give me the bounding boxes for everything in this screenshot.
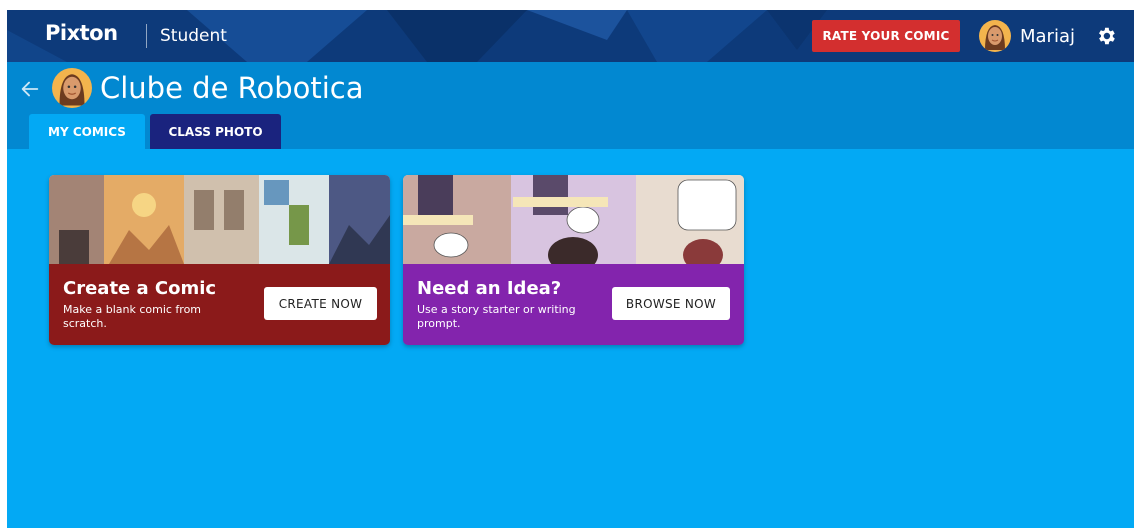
comic-backgrounds-image [49,175,390,264]
logo-divider [146,24,147,48]
card-body: Create a Comic Make a blank comic from s… [49,264,390,345]
tab-my-comics[interactable]: MY COMICS [29,114,145,149]
card-title: Create a Comic [63,278,217,299]
arrow-left-icon[interactable] [19,78,41,100]
tab-class-photo[interactable]: CLASS PHOTO [150,114,281,149]
section-label: Student [160,26,227,46]
user-menu[interactable]: Mariaj [979,19,1075,53]
card-description: Use a story starter or writing prompt. [417,303,576,330]
card-description: Make a blank comic from scratch. [63,303,202,330]
rate-your-comic-button[interactable]: RATE YOUR COMIC [812,20,960,52]
user-name: Mariaj [1020,25,1075,47]
need-an-idea-card[interactable]: Need an Idea? Use a story starter or wri… [403,175,744,345]
gear-icon[interactable] [1095,25,1117,47]
class-avatar [52,68,92,108]
class-header: Clube de Robotica MY COMICS CLASS PHOTO [7,62,1134,149]
pixton-logo[interactable]: Pixton [45,21,118,45]
avatar [979,20,1011,52]
app-window: Pixton Student RATE YOUR COMIC Mariaj Cl… [7,10,1134,528]
card-body: Need an Idea? Use a story starter or wri… [403,264,744,345]
create-comic-card[interactable]: Create a Comic Make a blank comic from s… [49,175,390,345]
create-now-button[interactable]: CREATE NOW [264,287,377,320]
comic-panels-image [403,175,744,264]
browse-now-button[interactable]: BROWSE NOW [612,287,730,320]
top-nav: Pixton Student RATE YOUR COMIC Mariaj [7,10,1134,62]
card-title: Need an Idea? [417,278,562,299]
page-title: Clube de Robotica [100,71,364,105]
